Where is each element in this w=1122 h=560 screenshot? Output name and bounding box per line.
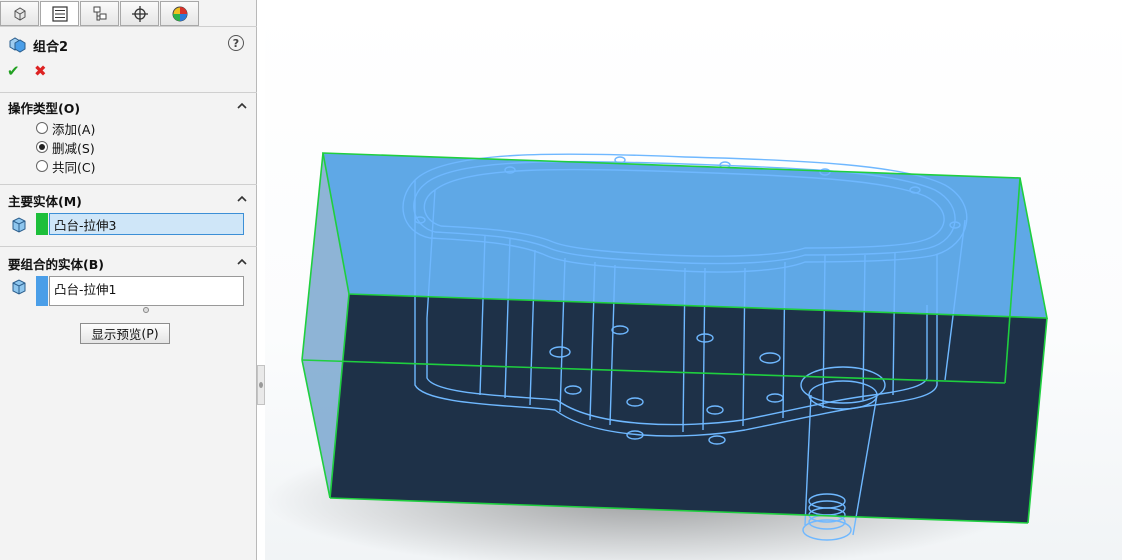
main-body-selection-field[interactable]: 凸台-拉伸3 xyxy=(49,213,244,235)
bodies-to-combine-list[interactable]: 凸台-拉伸1 xyxy=(49,276,244,306)
tab-configuration-manager[interactable] xyxy=(80,1,119,26)
radio-add[interactable]: 添加(A) xyxy=(36,120,95,137)
solid-body-icon xyxy=(12,217,26,233)
display-manager-icon xyxy=(172,6,187,21)
configuration-manager-icon xyxy=(93,6,106,20)
dimxpert-manager-icon xyxy=(131,5,148,22)
panel-splitter-handle[interactable] xyxy=(257,365,265,405)
radio-add-circle[interactable] xyxy=(36,122,48,134)
feature-title: 组合2 xyxy=(33,39,69,55)
divider xyxy=(0,184,257,185)
cancel-button[interactable]: ✖ xyxy=(34,62,47,80)
list-resize-handle[interactable] xyxy=(143,307,149,313)
property-manager-panel: 组合2 ? ✔ ✖ 操作类型(O) 添加(A) 删减(S) 共同(C) 主要实体… xyxy=(0,0,257,560)
divider xyxy=(0,246,257,247)
operation-type-header[interactable]: 操作类型(O) xyxy=(8,98,80,117)
model-view[interactable] xyxy=(265,0,1122,560)
radio-subtract-circle[interactable] xyxy=(36,141,48,153)
radio-subtract[interactable]: 删减(S) xyxy=(36,139,95,156)
combine-body-color-swatch xyxy=(36,276,48,306)
solid-body-icon xyxy=(12,279,26,295)
bodies-to-combine-header[interactable]: 要组合的实体(B) xyxy=(8,254,104,273)
feature-manager-icon xyxy=(14,6,25,21)
chevron-up-icon[interactable] xyxy=(236,100,248,112)
main-body-header[interactable]: 主要实体(M) xyxy=(8,191,82,210)
chevron-up-icon[interactable] xyxy=(236,193,248,205)
close-icon: ✖ xyxy=(34,62,47,80)
manager-tabs xyxy=(0,0,257,27)
graphics-viewport[interactable] xyxy=(265,0,1122,560)
help-icon[interactable]: ? xyxy=(228,35,244,51)
tab-display-manager[interactable] xyxy=(160,1,199,26)
radio-common-circle[interactable] xyxy=(36,160,48,172)
combine-feature-icon xyxy=(9,37,26,53)
tab-property-manager[interactable] xyxy=(40,1,79,26)
chevron-up-icon[interactable] xyxy=(236,256,248,268)
block-front-face xyxy=(330,294,1047,523)
ok-button[interactable]: ✔ xyxy=(7,62,20,80)
checkmark-icon: ✔ xyxy=(7,62,20,80)
feature-title-row: 组合2 ? xyxy=(8,34,248,56)
main-body-color-swatch xyxy=(36,213,48,235)
tab-dimxpert-manager[interactable] xyxy=(120,1,159,26)
tab-feature-manager[interactable] xyxy=(0,1,39,26)
property-manager-icon xyxy=(51,5,68,22)
divider xyxy=(0,92,257,93)
radio-common[interactable]: 共同(C) xyxy=(36,158,96,175)
show-preview-button[interactable]: 显示预览 (P) xyxy=(80,323,170,344)
